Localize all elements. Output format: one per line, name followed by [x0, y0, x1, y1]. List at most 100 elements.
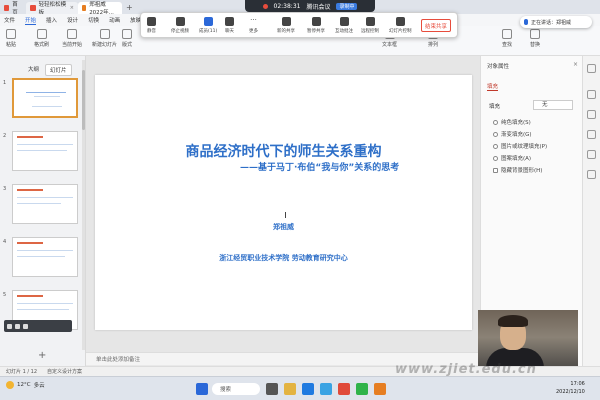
more-button[interactable]: ··· 更多 [249, 17, 258, 35]
end-share-button[interactable]: 结束共享 [421, 19, 451, 32]
video-icon[interactable] [7, 323, 12, 329]
side-icon-strip [582, 56, 600, 366]
slide-thumbnail[interactable] [12, 184, 78, 224]
layout-button[interactable]: 版式 [122, 29, 132, 48]
slide-thumbnail[interactable] [12, 237, 78, 277]
mute-button[interactable]: 静音 [147, 17, 156, 34]
transition-icon[interactable] [587, 150, 596, 159]
menu-item[interactable]: 切换 [88, 16, 99, 24]
fill-select[interactable]: 无 [533, 100, 573, 110]
new-slide-button[interactable]: 新建幻灯片 [92, 29, 117, 48]
slide-canvas[interactable]: 商品经济时代下的师生关系重构 ——基于马丁·布伯“我与你”关系的思考 郑祖威 浙… [95, 75, 472, 330]
remote-control-button[interactable]: 远程控制 [361, 17, 379, 34]
design-icon[interactable] [587, 90, 596, 99]
replace-button[interactable]: 替换 [530, 29, 540, 48]
members-label: 成员(11) [199, 29, 218, 34]
slide-subtitle[interactable]: ——基于马丁·布伯“我与你”关系的思考 [240, 160, 399, 173]
text-box-label: 文本框 [382, 42, 398, 48]
fill-option-label: 渐变填充(G) [501, 132, 532, 138]
properties-icon[interactable] [587, 64, 596, 73]
menu-item[interactable]: 插入 [46, 16, 57, 24]
chat-button[interactable]: 聊天 [225, 17, 234, 34]
thumb-line [17, 150, 67, 151]
slide-control-button[interactable]: 幻灯片控制 [389, 17, 412, 34]
new-share-button[interactable]: 新的共享 [277, 17, 295, 34]
menu-item[interactable]: 动画 [109, 16, 120, 24]
screen-icon[interactable] [23, 323, 28, 329]
thumb-line [17, 250, 73, 251]
menu-file[interactable]: 文件 [4, 16, 15, 24]
hide-background-label: 隐藏背景图形(H) [501, 168, 543, 174]
shape-icon[interactable] [587, 130, 596, 139]
close-icon[interactable]: × [70, 5, 74, 11]
format-painter-label: 格式刷 [34, 42, 50, 48]
new-slide-label: 新建幻灯片 [92, 42, 118, 48]
fill-option[interactable]: 图片或纹理填充(P) [493, 142, 547, 150]
menu-item[interactable]: 开始 [25, 16, 37, 25]
thumbnail-scrollbar[interactable] [82, 60, 85, 350]
start-icon[interactable] [196, 383, 208, 395]
slide-number: 5 [3, 292, 7, 298]
mic-icon[interactable] [15, 323, 20, 329]
text-cursor [285, 212, 286, 218]
wps-icon[interactable] [338, 383, 350, 395]
tab-slides[interactable]: 幻灯片 [45, 64, 72, 76]
start-slideshow-button[interactable]: 当前开始 [62, 29, 82, 48]
fill-label: 填充 [489, 104, 501, 110]
task-view-icon[interactable] [266, 383, 278, 395]
pause-share-label: 暂停共享 [307, 29, 325, 34]
paste-icon [6, 29, 16, 39]
stop-video-label: 停止视频 [171, 29, 189, 34]
find-button[interactable]: 查找 [502, 29, 512, 48]
slide-institution[interactable]: 浙江经贸职业技术学院 劳动教育研究中心 [95, 253, 472, 263]
hide-background-option[interactable]: 隐藏背景图形(H) [493, 166, 542, 174]
new-share-label: 新的共享 [277, 29, 295, 34]
template-icon [30, 5, 36, 11]
weather-widget[interactable]: 12°C 多云 [6, 381, 45, 389]
find-label: 查找 [502, 42, 513, 48]
annotation-button[interactable]: 互动批注 [335, 17, 353, 34]
settings-icon[interactable] [587, 170, 596, 179]
watermark: www.zjiet.edu.cn [395, 362, 537, 377]
taskbar-search[interactable]: 搜索 [212, 383, 260, 395]
file-explorer-icon[interactable] [284, 383, 296, 395]
slide-number: 3 [3, 186, 7, 192]
fill-option-label: 图案填充(A) [501, 156, 532, 162]
slide-author[interactable]: 郑祖威 [95, 222, 472, 232]
fill-option[interactable]: 图案填充(A) [493, 154, 531, 162]
thumb-heading [17, 136, 43, 138]
system-clock[interactable]: 17:06 2022/12/10 [556, 380, 585, 396]
wechat-icon[interactable] [356, 383, 368, 395]
add-slide-icon[interactable]: + [38, 350, 46, 361]
taskbar-search-label: 搜索 [220, 387, 232, 393]
tab-fill[interactable]: 填充 [487, 82, 499, 91]
tab-document[interactable]: 郑祖威2022年... [78, 2, 122, 16]
paste-button[interactable]: 粘贴 [6, 29, 16, 48]
share-icon [281, 17, 291, 26]
edge-icon[interactable] [302, 383, 314, 395]
tab-outline[interactable]: 大纲 [24, 64, 43, 76]
theme-name: 自定义设计方案 [47, 369, 83, 375]
radio-icon [493, 119, 498, 125]
format-painter-button[interactable]: 格式刷 [34, 29, 49, 48]
meeting-toolbar: 静音 停止视频 成员(11) 聊天 ··· 更多 新的共享 暂停共享 互动批注 远… [140, 12, 458, 38]
tab-home[interactable]: 首页 [0, 2, 26, 16]
meeting-app-icon[interactable] [320, 383, 332, 395]
menu-item[interactable]: 设计 [67, 16, 78, 24]
animation-icon[interactable] [587, 110, 596, 119]
slide-title[interactable]: 商品经济时代下的师生关系重构 [95, 141, 472, 161]
search-icon [502, 29, 512, 39]
chat-icon [225, 17, 234, 26]
fill-option[interactable]: 渐变填充(G) [493, 130, 532, 138]
weather-icon [6, 381, 14, 389]
stop-video-button[interactable]: 停止视频 [171, 17, 189, 34]
close-icon[interactable]: × [573, 61, 578, 68]
pause-share-button[interactable]: 暂停共享 [307, 17, 325, 34]
members-button[interactable]: 成员(11) [199, 17, 217, 34]
slide-thumbnail[interactable] [12, 131, 78, 171]
tab-template[interactable]: 轻轻松松模板 × [26, 2, 78, 16]
fill-option[interactable]: 纯色填充(S) [493, 118, 531, 126]
new-tab-icon[interactable]: + [126, 3, 136, 12]
slide-thumbnail[interactable] [12, 78, 78, 118]
ppt-app-icon[interactable] [374, 383, 386, 395]
